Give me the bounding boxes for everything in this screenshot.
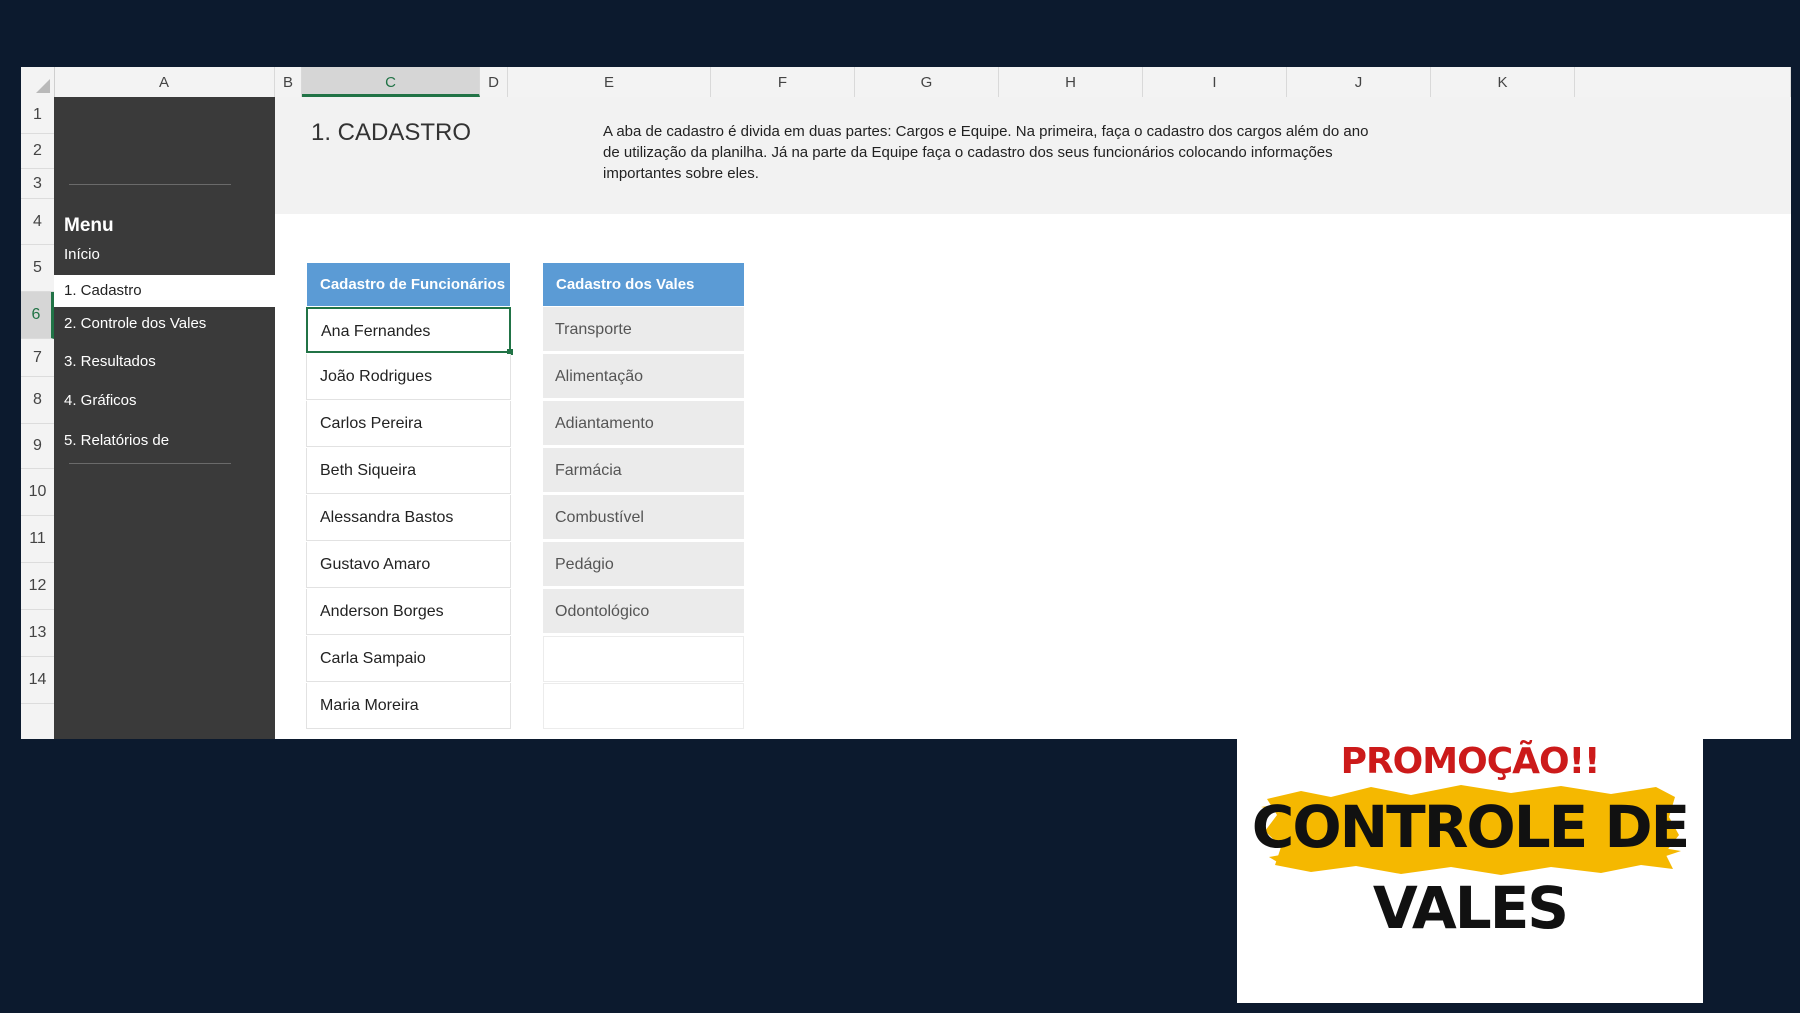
menu-item-resultados[interactable]: 3. Resultados: [64, 353, 156, 370]
row-header-14[interactable]: 14: [21, 657, 54, 704]
row-header-2[interactable]: 2: [21, 134, 54, 169]
vale-cell[interactable]: Odontológico: [543, 589, 744, 635]
menu-item-cadastro[interactable]: 1. Cadastro: [54, 275, 275, 307]
employees-table-header[interactable]: Cadastro de Funcionários: [307, 263, 510, 306]
promo-card: PROMOÇÃO!! CONTROLE DE VALES: [1237, 739, 1703, 1003]
menu-item-relatorios[interactable]: 5. Relatórios de: [64, 432, 169, 449]
column-header-bar: ABCDEFGHIJK: [21, 67, 1791, 98]
column-header-d[interactable]: D: [480, 67, 508, 97]
vale-cell[interactable]: Transporte: [543, 307, 744, 353]
vale-cell-empty[interactable]: [543, 683, 744, 729]
menu-item-controle-dos-vales[interactable]: 2. Controle dos Vales: [64, 315, 206, 332]
row-header-1[interactable]: 1: [21, 97, 54, 134]
row-header-8[interactable]: 8: [21, 377, 54, 424]
menu-panel: Menu Início 1. Cadastro 2. Controle dos …: [54, 97, 275, 739]
page-description: A aba de cadastro é divida em duas parte…: [603, 123, 1369, 182]
promo-subtitle: PROMOÇÃO!!: [1340, 741, 1601, 782]
row-header-10[interactable]: 10: [21, 469, 54, 516]
employee-cell[interactable]: Ana Fernandes: [306, 307, 513, 355]
vale-cell[interactable]: Adiantamento: [543, 401, 744, 447]
menu-item-inicio[interactable]: Início: [64, 246, 100, 263]
menu-title: Menu: [64, 215, 114, 236]
employee-cell[interactable]: Maria Moreira: [306, 683, 511, 729]
select-all-button[interactable]: [21, 67, 55, 97]
column-header-e[interactable]: E: [508, 67, 711, 97]
row-header-12[interactable]: 12: [21, 563, 54, 610]
vale-cell-empty[interactable]: [543, 636, 744, 682]
row-header-4[interactable]: 4: [21, 199, 54, 245]
column-header-g[interactable]: G: [855, 67, 999, 97]
promo-title-line1: CONTROLE DE: [1251, 793, 1690, 861]
vale-cell[interactable]: Pedágio: [543, 542, 744, 588]
select-all-icon: [36, 79, 50, 93]
row-header-3[interactable]: 3: [21, 169, 54, 199]
row-header-bar: 1 2 3 4 5 6 7 8 9 10 11 12 13 14: [21, 97, 55, 739]
promo-title-line2: VALES: [1372, 874, 1569, 942]
column-header-a[interactable]: A: [54, 67, 275, 97]
column-header-filler: [1575, 67, 1791, 97]
menu-item-graficos[interactable]: 4. Gráficos: [64, 392, 137, 409]
row-header-7[interactable]: 7: [21, 339, 54, 377]
menu-divider: [69, 463, 231, 464]
employee-cell[interactable]: Carlos Pereira: [306, 401, 511, 447]
employee-cell[interactable]: Gustavo Amaro: [306, 542, 511, 588]
column-header-f[interactable]: F: [711, 67, 855, 97]
column-header-c[interactable]: C: [302, 67, 480, 97]
page-title: 1. CADASTRO: [311, 119, 472, 146]
employee-cell[interactable]: João Rodrigues: [306, 354, 511, 400]
vale-cell[interactable]: Alimentação: [543, 354, 744, 400]
row-header-13[interactable]: 13: [21, 610, 54, 657]
column-header-h[interactable]: H: [999, 67, 1143, 97]
employee-cell[interactable]: Anderson Borges: [306, 589, 511, 635]
row-header-5[interactable]: 5: [21, 245, 54, 292]
employee-cell[interactable]: Carla Sampaio: [306, 636, 511, 682]
row-header-6[interactable]: 6: [21, 292, 54, 339]
spreadsheet: ABCDEFGHIJK 1 2 3 4 5 6 7 8 9 10 11 12 13 14 Menu Iní…: [21, 67, 1791, 739]
employee-cell[interactable]: Beth Siqueira: [306, 448, 511, 494]
column-header-k[interactable]: K: [1431, 67, 1575, 97]
column-header-i[interactable]: I: [1143, 67, 1287, 97]
vale-cell[interactable]: Combustível: [543, 495, 744, 541]
column-header-j[interactable]: J: [1287, 67, 1431, 97]
row-header-11[interactable]: 11: [21, 516, 54, 563]
menu-divider: [69, 184, 231, 185]
employee-cell[interactable]: Alessandra Bastos: [306, 495, 511, 541]
row-header-9[interactable]: 9: [21, 424, 54, 469]
vales-table-header[interactable]: Cadastro dos Vales: [543, 263, 744, 306]
column-header-b[interactable]: B: [275, 67, 302, 97]
vale-cell[interactable]: Farmácia: [543, 448, 744, 494]
